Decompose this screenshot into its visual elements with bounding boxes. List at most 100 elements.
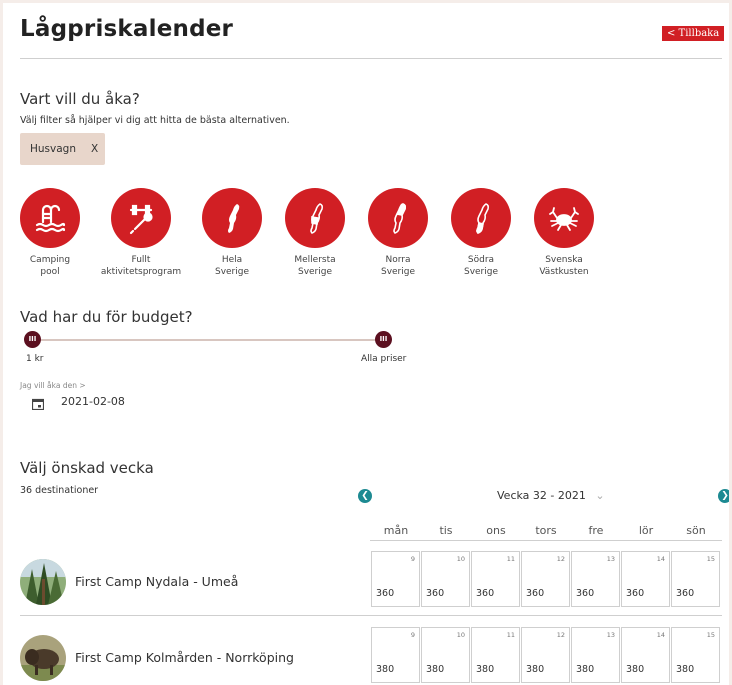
day-header: tis — [439, 524, 453, 537]
sweden-north-map-icon — [368, 188, 428, 248]
cell-date: 12 — [556, 555, 565, 563]
cell-date: 10 — [456, 631, 465, 639]
page: Lågpriskalender < Tillbaka Vart vill du … — [3, 3, 729, 685]
cell-price: 380 — [576, 664, 595, 675]
cell-date: 10 — [456, 555, 465, 563]
budget-max-handle[interactable]: III — [375, 331, 392, 348]
destination-name[interactable]: First Camp Kolmården - Norrköping — [75, 650, 294, 665]
cell-date: 15 — [706, 631, 715, 639]
cell-price: 380 — [526, 664, 545, 675]
cell-price: 360 — [626, 588, 645, 599]
filter-hela-sverige[interactable]: Hela Sverige — [191, 188, 273, 278]
day-header: fre — [588, 524, 604, 537]
day-header: mån — [383, 524, 409, 537]
filter-label: Mellersta Sverige — [294, 255, 336, 277]
filter-mellersta-sverige[interactable]: Mellersta Sverige — [274, 188, 356, 278]
filter-label: Camping pool — [29, 255, 71, 277]
table-row: First Camp Kolmården - Norrköping 9 380 1… — [20, 627, 722, 683]
cell-date: 9 — [410, 631, 415, 639]
date-value[interactable]: 2021-02-08 — [61, 395, 125, 408]
price-cell[interactable]: 13 380 — [571, 627, 620, 683]
chevron-down-icon: ⌄ — [595, 489, 605, 502]
week-select-value: Vecka 32 - 2021 — [497, 489, 586, 502]
cell-price: 380 — [476, 664, 495, 675]
price-cell[interactable]: 11 360 — [471, 551, 520, 607]
filter-chip-husvagn[interactable]: Husvagn X — [20, 133, 105, 165]
cell-date: 13 — [606, 555, 615, 563]
bison-photo — [20, 635, 66, 681]
filter-sodra-sverige[interactable]: Södra Sverige — [440, 188, 522, 278]
cell-price: 380 — [626, 664, 645, 675]
filter-camping-pool[interactable]: Camping pool — [9, 188, 91, 278]
pool-icon — [20, 188, 80, 248]
price-cell[interactable]: 9 360 — [371, 551, 420, 607]
cell-price: 360 — [476, 588, 495, 599]
week-heading: Välj önskad vecka — [20, 459, 154, 477]
filter-label: Hela Sverige — [214, 255, 250, 277]
budget-min-handle[interactable]: III — [24, 331, 41, 348]
budget-max-label: Alla priser — [361, 354, 407, 364]
price-cell[interactable]: 14 360 — [621, 551, 670, 607]
sweden-middle-map-icon — [285, 188, 345, 248]
cell-price: 380 — [376, 664, 395, 675]
price-cell[interactable]: 9 380 — [371, 627, 420, 683]
destination-heading: Vart vill du åka? — [20, 90, 140, 108]
price-cell[interactable]: 13 360 — [571, 551, 620, 607]
price-cell[interactable]: 10 360 — [421, 551, 470, 607]
cell-date: 14 — [656, 631, 665, 639]
day-header: tors — [535, 524, 557, 537]
day-header-divider — [370, 540, 722, 541]
filter-activity-program[interactable]: Fullt aktivitetsprogram — [100, 188, 182, 278]
back-button[interactable]: < Tillbaka — [662, 26, 725, 41]
price-cell[interactable]: 10 380 — [421, 627, 470, 683]
budget-heading: Vad har du för budget? — [20, 308, 193, 326]
day-header: lör — [638, 524, 654, 537]
filter-label: Södra Sverige — [463, 255, 499, 277]
budget-min-label: 1 kr — [26, 354, 44, 364]
sweden-map-icon — [202, 188, 262, 248]
filter-norra-sverige[interactable]: Norra Sverige — [357, 188, 439, 278]
cell-price: 360 — [526, 588, 545, 599]
cell-date: 13 — [606, 631, 615, 639]
cell-price: 360 — [376, 588, 395, 599]
date-label: Jag vill åka den > — [20, 381, 86, 390]
day-header: ons — [486, 524, 506, 537]
page-title: Lågpriskalender — [20, 16, 234, 42]
cell-price: 380 — [676, 664, 695, 675]
next-week-arrow-icon[interactable]: ❯ — [718, 489, 729, 503]
destination-count: 36 destinationer — [20, 485, 99, 496]
activity-icon — [111, 188, 171, 248]
destination-name[interactable]: First Camp Nydala - Umeå — [75, 574, 238, 589]
cell-price: 360 — [576, 588, 595, 599]
day-header: sön — [686, 524, 706, 537]
crab-icon — [534, 188, 594, 248]
title-divider — [20, 58, 722, 59]
filter-label: Svenska Västkusten — [539, 255, 589, 277]
filter-svenska-vastkusten[interactable]: Svenska Västkusten — [523, 188, 605, 278]
budget-slider-track[interactable] — [32, 339, 384, 341]
week-select[interactable]: Vecka 32 - 2021 ⌄ — [497, 489, 605, 502]
filter-helper-text: Välj filter så hjälper vi dig att hitta … — [20, 115, 290, 126]
sweden-south-map-icon — [451, 188, 511, 248]
row-divider — [20, 615, 722, 616]
cell-price: 380 — [426, 664, 445, 675]
filter-label: Fullt aktivitetsprogram — [100, 255, 182, 277]
cell-date: 15 — [706, 555, 715, 563]
price-cell[interactable]: 15 360 — [671, 551, 720, 607]
cell-date: 11 — [506, 631, 515, 639]
prev-week-arrow-icon[interactable]: ❮ — [358, 489, 372, 503]
price-cell[interactable]: 12 380 — [521, 627, 570, 683]
chip-label: Husvagn — [30, 143, 76, 155]
price-cell[interactable]: 12 360 — [521, 551, 570, 607]
cell-date: 9 — [410, 555, 415, 563]
table-row: First Camp Nydala - Umeå 9 360 10 360 11 36… — [20, 551, 722, 607]
forest-photo — [20, 559, 66, 605]
calendar-icon[interactable] — [31, 395, 45, 411]
cell-price: 360 — [426, 588, 445, 599]
cell-date: 12 — [556, 631, 565, 639]
price-cell[interactable]: 15 380 — [671, 627, 720, 683]
price-cell[interactable]: 14 380 — [621, 627, 670, 683]
chip-remove-button[interactable]: X — [91, 133, 98, 165]
cell-price: 360 — [676, 588, 695, 599]
price-cell[interactable]: 11 380 — [471, 627, 520, 683]
